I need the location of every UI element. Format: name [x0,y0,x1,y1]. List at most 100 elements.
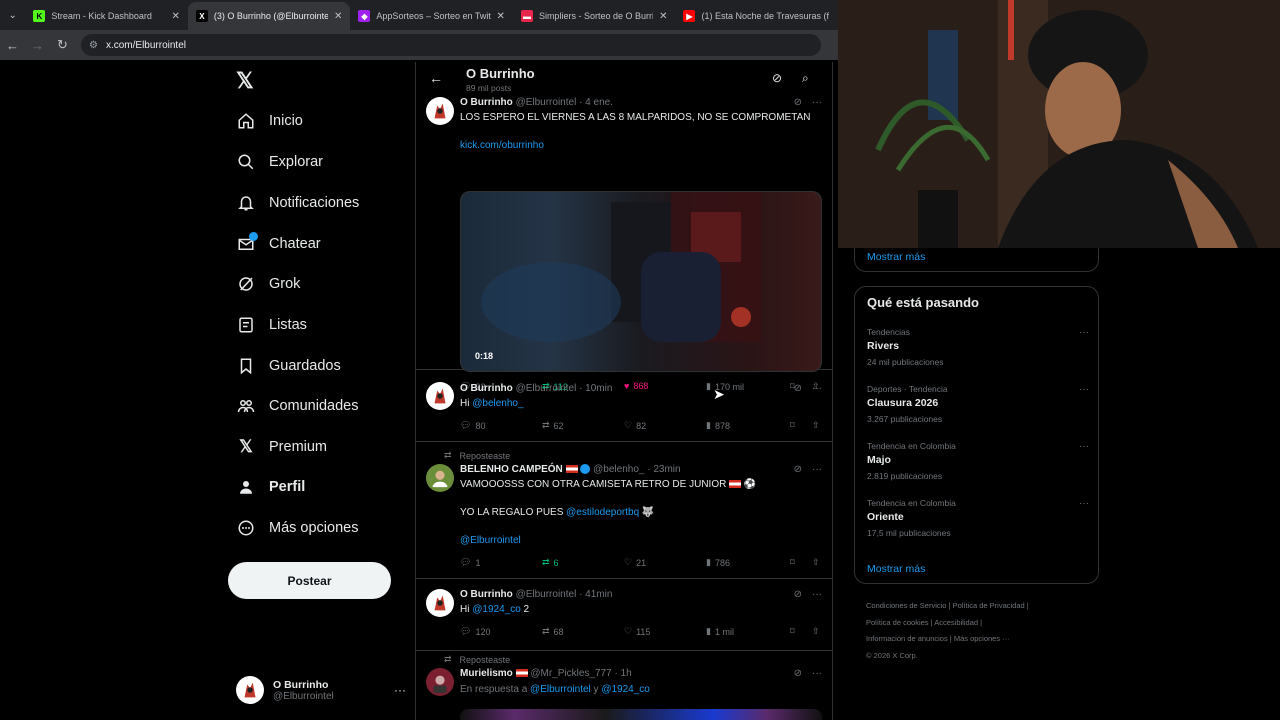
close-tab-icon[interactable]: ✕ [334,11,342,22]
more-icon[interactable]: ··· [394,683,406,697]
post-time[interactable]: · 10min [579,383,612,394]
like-button[interactable]: ♡ 82 [624,420,646,431]
mention-link[interactable]: @1924_co [601,684,650,695]
avatar[interactable] [426,382,454,410]
site-settings-icon[interactable]: ⚙ [89,40,98,51]
more-icon[interactable]: ··· [1079,498,1089,509]
bookmark-button[interactable]: ⌑ [790,557,795,568]
browser-tab[interactable]: ▶ (1) Esta Noche de Travesuras (f [675,2,838,30]
mention-link[interactable]: @belenho_ [472,398,523,409]
tab-search-button[interactable]: ⌄ [0,0,25,30]
browser-tab[interactable]: ▬ Simpliers - Sorteo de O Burrinh ✕ [513,2,676,30]
sidebar-item-comunidades[interactable]: Comunidades [236,391,358,421]
footer-line[interactable]: Política de cookies | Accesibilidad | [866,615,1096,632]
more-icon[interactable]: ··· [1079,327,1089,338]
author-name[interactable]: BELENHO CAMPEÓN [460,464,563,475]
url-input[interactable]: ⚙ x.com/Elburrointel [81,34,821,56]
sidebar-item-mas-opciones[interactable]: Más opciones [236,513,358,543]
author-handle[interactable]: @Elburrointel [516,589,577,600]
footer-line[interactable]: Información de anuncios | Más opciones ·… [866,631,1096,648]
post-time[interactable]: · 23min [647,464,680,475]
grok-icon[interactable]: ⊘ [794,589,802,600]
author-handle[interactable]: @Mr_Pickles_777 [530,668,611,679]
post-time[interactable]: · 4 ene. [579,97,613,108]
sidebar-item-chatear[interactable]: Chatear [236,229,321,259]
repost-button[interactable]: ⇄ 68 [542,626,564,637]
post-link[interactable]: kick.com/oburrinho [460,139,544,153]
views-button[interactable]: ▮ 786 [706,557,730,568]
browser-tab[interactable]: ◆ AppSorteos – Sorteo en Twitter ✕ [350,2,513,30]
x-logo-icon[interactable]: 𝕏 [236,68,254,94]
more-icon[interactable]: ··· [812,668,822,679]
sidebar-item-notificaciones[interactable]: Notificaciones [236,188,359,218]
bookmark-button[interactable]: ⌑ [790,420,795,431]
grok-icon[interactable]: ⊘ [794,383,802,394]
reply-button[interactable]: 💬︎ 80 [460,420,485,431]
grok-icon[interactable]: ⊘ [772,71,782,85]
avatar[interactable] [426,668,454,696]
more-icon[interactable]: ··· [812,464,822,475]
views-button[interactable]: ▮ 1 mil [706,626,734,637]
close-tab-icon[interactable]: ✕ [659,11,667,22]
more-icon[interactable]: ··· [1079,441,1089,452]
more-icon[interactable]: ··· [1079,384,1089,395]
repost-button[interactable]: ⇄ 62 [542,420,564,431]
close-tab-icon[interactable]: ✕ [172,11,180,22]
account-switcher[interactable]: O Burrinho @Elburrointel ··· [236,672,406,708]
close-tab-icon[interactable]: ✕ [497,11,505,22]
trend-item[interactable]: Tendencia en Colombia Majo 2.819 publica… [867,441,1089,481]
grok-icon[interactable]: ⊘ [794,668,802,679]
mention-link[interactable]: @estilodeportbq [566,507,639,518]
back-arrow-icon[interactable]: ← [429,70,443,86]
reload-icon[interactable]: ↻ [50,37,75,53]
reply-button[interactable]: 💬︎ 1 [460,557,480,568]
share-button[interactable]: ⇧ [812,420,820,431]
forward-arrow-icon[interactable]: → [25,38,50,53]
more-icon[interactable]: ··· [812,97,822,108]
show-more-link[interactable]: Mostrar más [867,251,925,263]
sidebar-item-grok[interactable]: Grok [236,269,300,299]
avatar[interactable] [426,589,454,617]
post[interactable]: ⇄ Reposteaste Murielismo @Mr_Pickles_777 … [416,651,832,720]
post[interactable]: O Burrinho @Elburrointel · 10min ⊘ ··· H… [416,370,832,442]
trend-item[interactable]: Deportes · Tendencia Clausura 2026 3.267… [867,384,1089,424]
author-name[interactable]: O Burrinho [460,383,513,394]
avatar[interactable] [426,97,454,125]
mention-link[interactable]: @Elburrointel [530,684,591,695]
sidebar-item-perfil[interactable]: Perfil [236,472,305,502]
author-name[interactable]: Murielismo [460,668,513,679]
more-icon[interactable]: ··· [812,383,822,394]
mention-link[interactable]: @Elburrointel [460,534,521,548]
post[interactable]: O Burrinho @Elburrointel · 4 ene. ⊘ ··· … [416,92,832,392]
author-name[interactable]: O Burrinho [460,589,513,600]
media-preview[interactable] [460,709,822,720]
post[interactable]: O Burrinho @Elburrointel · 41min ⊘ ··· H… [416,579,832,651]
search-icon[interactable]: ⌕ [802,71,809,86]
views-button[interactable]: ▮ 878 [706,420,730,431]
repost-button[interactable]: ⇄ 6 [542,557,559,568]
browser-tab-active[interactable]: X (3) O Burrinho (@Elburrointel) / ✕ [187,2,351,30]
share-button[interactable]: ⇧ [812,626,820,637]
author-handle[interactable]: @Elburrointel [516,383,577,394]
author-handle[interactable]: @belenho_ [593,464,644,475]
video-player[interactable]: 0:18 [460,191,822,372]
sidebar-item-listas[interactable]: Listas [236,310,307,340]
show-more-link[interactable]: Mostrar más [867,563,925,575]
more-icon[interactable]: ··· [812,589,822,600]
avatar[interactable] [426,464,454,492]
back-arrow-icon[interactable]: ← [0,38,25,53]
browser-tab[interactable]: K Stream - Kick Dashboard ✕ [25,2,188,30]
post-time[interactable]: · 1h [614,668,631,679]
trend-item[interactable]: Tendencias Rivers 24 mil publicaciones ·… [867,327,1089,367]
reply-button[interactable]: 💬︎ 120 [460,626,490,637]
grok-icon[interactable]: ⊘ [794,464,802,475]
share-button[interactable]: ⇧ [812,557,820,568]
sidebar-item-premium[interactable]: 𝕏 Premium [236,432,327,462]
post-button[interactable]: Postear [228,562,391,599]
mention-link[interactable]: @1924_co [472,604,521,615]
post-time[interactable]: · 41min [579,589,612,600]
sidebar-item-inicio[interactable]: Inicio [236,106,303,136]
trend-item[interactable]: Tendencia en Colombia Oriente 17,5 mil p… [867,498,1089,538]
grok-icon[interactable]: ⊘ [794,97,802,108]
like-button[interactable]: ♡ 115 [624,626,650,637]
